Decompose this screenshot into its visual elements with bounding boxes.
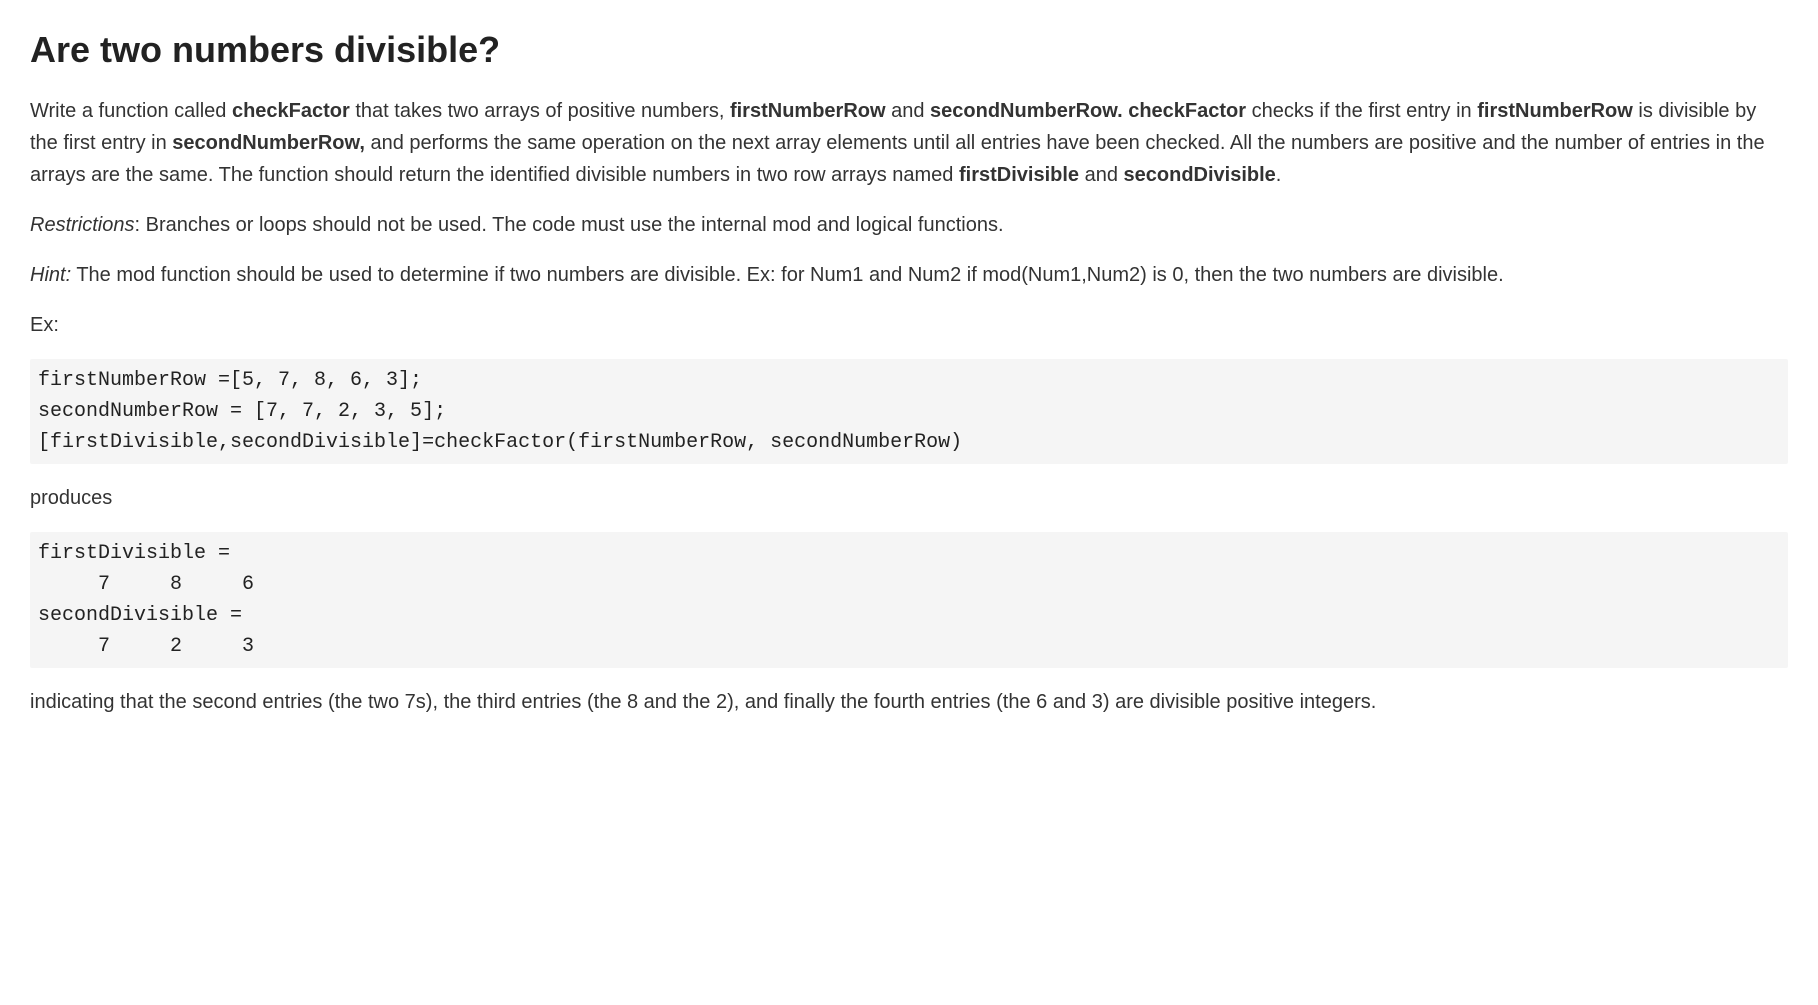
param-first-2: firstNumberRow <box>1477 100 1633 122</box>
text: . <box>1276 164 1282 186</box>
text: Write a function called <box>30 100 232 122</box>
param-second: secondNumberRow. checkFactor <box>930 100 1246 122</box>
text: that takes two arrays of positive number… <box>350 100 730 122</box>
restrictions-paragraph: Restrictions: Branches or loops should n… <box>30 209 1788 241</box>
param-second-2: secondNumberRow, <box>172 132 365 154</box>
text: and <box>886 100 930 122</box>
text: checks if the first entry in <box>1246 100 1477 122</box>
explanation-paragraph: indicating that the second entries (the … <box>30 686 1788 718</box>
intro-paragraph: Write a function called checkFactor that… <box>30 95 1788 191</box>
code-block-output: firstDivisible = 7 8 6 secondDivisible =… <box>30 532 1788 668</box>
restrictions-label: Restrictions <box>30 214 134 236</box>
hint-paragraph: Hint: The mod function should be used to… <box>30 259 1788 291</box>
function-name: checkFactor <box>232 100 350 122</box>
param-first: firstNumberRow <box>730 100 886 122</box>
text: and <box>1079 164 1123 186</box>
produces-label: produces <box>30 482 1788 514</box>
page-title: Are two numbers divisible? <box>30 28 1788 71</box>
hint-text: The mod function should be used to deter… <box>71 264 1504 286</box>
hint-label: Hint: <box>30 264 71 286</box>
restrictions-text: : Branches or loops should not be used. … <box>134 214 1003 236</box>
output-second: secondDivisible <box>1124 164 1276 186</box>
output-first: firstDivisible <box>959 164 1079 186</box>
code-block-input: firstNumberRow =[5, 7, 8, 6, 3]; secondN… <box>30 359 1788 464</box>
example-label: Ex: <box>30 309 1788 341</box>
